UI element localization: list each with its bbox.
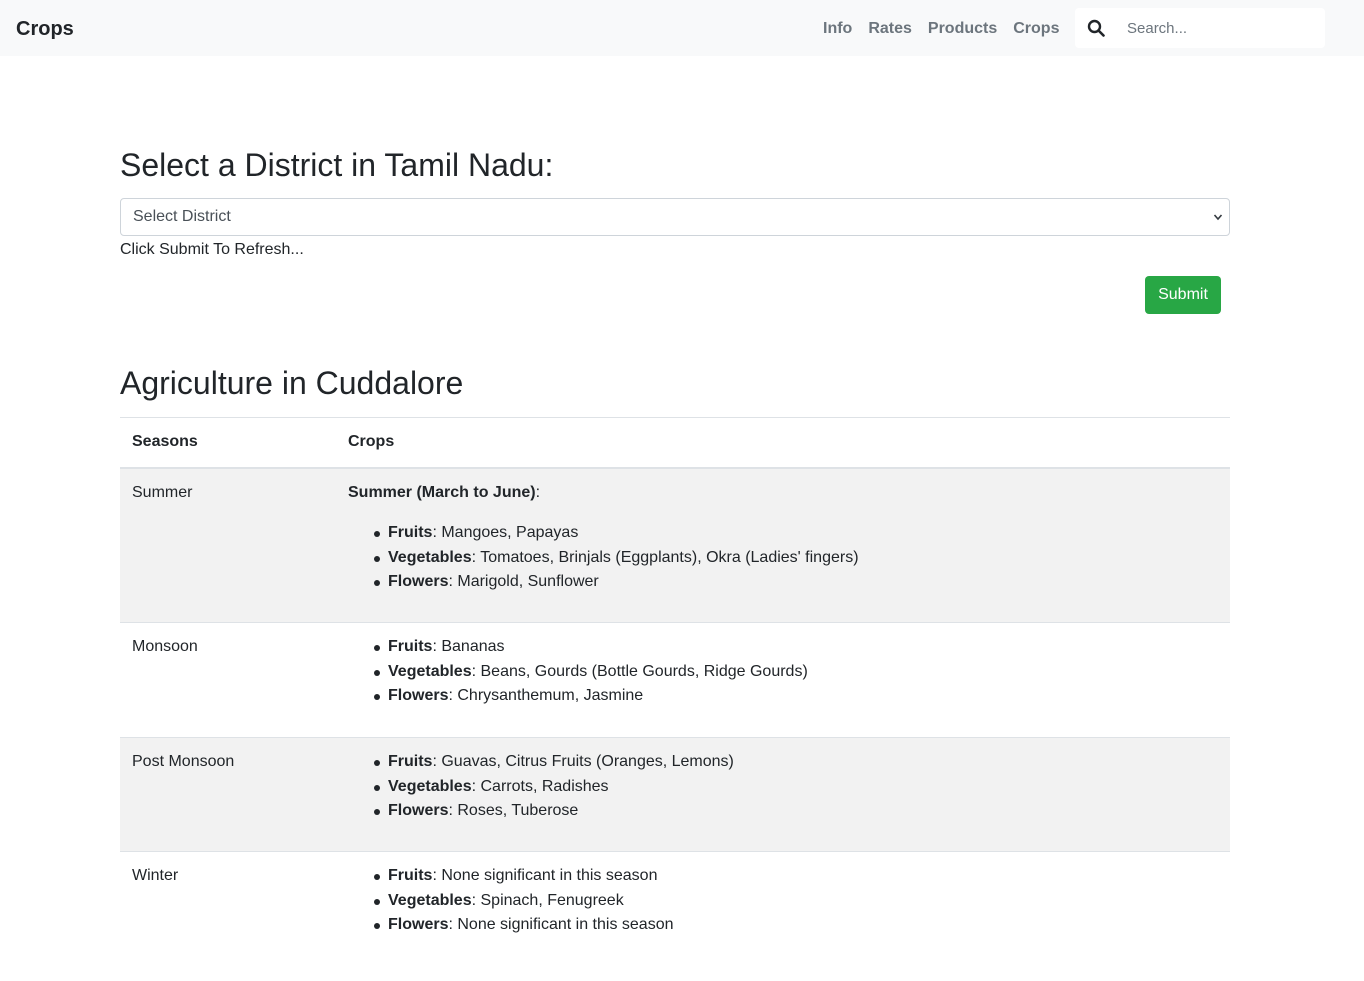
season-cell: Winter — [120, 851, 336, 966]
nav-link-products[interactable]: Products — [928, 18, 997, 40]
table-row: Winter Fruits: None significant in this … — [120, 851, 1230, 966]
crop-category: Flowers — [388, 916, 449, 933]
nav-links: Info Rates Products Crops — [823, 18, 1059, 40]
submit-button[interactable]: Submit — [1145, 276, 1221, 314]
nav-link-rates[interactable]: Rates — [868, 18, 912, 40]
list-item: Fruits: Bananas — [374, 635, 1218, 660]
crop-values: : Roses, Tuberose — [448, 802, 579, 819]
crop-category: Vegetables — [388, 548, 472, 566]
crop-values: : Beans, Gourds (Bottle Gourds, Ridge Go… — [471, 662, 808, 680]
list-item: Vegetables: Spinach, Fenugreek — [374, 889, 1218, 914]
agriculture-heading: Agriculture in Cuddalore — [120, 365, 464, 401]
district-select-value: Select District — [133, 208, 231, 225]
crop-values: : Mangoes, Papayas — [432, 524, 579, 541]
crop-list: Fruits: Guavas, Citrus Fruits (Oranges, … — [348, 750, 1218, 824]
crop-category: Vegetables — [388, 777, 472, 795]
crop-values: : Guavas, Citrus Fruits (Oranges, Lemons… — [432, 753, 734, 770]
crop-list: Fruits: Bananas Vegetables: Beans, Gourd… — [348, 635, 1218, 709]
chevron-down-icon — [1213, 214, 1223, 221]
table-row: Summer Summer (March to June): Fruits: M… — [120, 467, 1230, 623]
brand-logo[interactable]: Crops — [16, 16, 74, 42]
refresh-hint: Click Submit To Refresh... — [120, 241, 304, 258]
crops-cell: Summer (March to June): Fruits: Mangoes,… — [336, 467, 1230, 623]
navbar: Crops Info Rates Products Crops — [0, 0, 1364, 56]
search-input[interactable] — [1115, 8, 1321, 48]
crop-values: : Spinach, Fenugreek — [471, 891, 624, 909]
crop-category: Fruits — [388, 638, 433, 655]
list-item: Flowers: None significant in this season — [374, 913, 1218, 938]
crop-category: Flowers — [388, 802, 449, 819]
list-item: Vegetables: Beans, Gourds (Bottle Gourds… — [374, 660, 1218, 685]
list-item: Flowers: Chrysanthemum, Jasmine — [374, 684, 1218, 709]
season-intro: Summer (March to June): — [348, 483, 541, 501]
column-header-crops: Crops — [336, 417, 1230, 469]
crop-values: : None significant in this season — [448, 916, 674, 933]
season-cell: Post Monsoon — [120, 737, 336, 852]
nav-link-info[interactable]: Info — [823, 18, 852, 40]
crop-values: : Bananas — [432, 638, 505, 655]
column-header-seasons: Seasons — [120, 417, 336, 469]
district-select-heading: Select a District in Tamil Nadu: — [120, 147, 554, 183]
search-box — [1075, 8, 1325, 48]
season-intro-label: Summer (March to June) — [348, 483, 536, 501]
crop-values: : Marigold, Sunflower — [448, 573, 599, 590]
crop-list: Fruits: Mangoes, Papayas Vegetables: Tom… — [348, 521, 1218, 595]
nav-link-crops[interactable]: Crops — [1013, 18, 1059, 40]
table-row: Post Monsoon Fruits: Guavas, Citrus Frui… — [120, 737, 1230, 852]
crop-category: Flowers — [388, 573, 449, 590]
list-item: Vegetables: Tomatoes, Brinjals (Eggplant… — [374, 546, 1218, 571]
crop-values: : Tomatoes, Brinjals (Eggplants), Okra (… — [471, 548, 859, 566]
list-item: Flowers: Marigold, Sunflower — [374, 570, 1218, 595]
crop-category: Flowers — [388, 687, 449, 704]
list-item: Vegetables: Carrots, Radishes — [374, 775, 1218, 800]
crops-cell: Fruits: None significant in this season … — [336, 851, 1230, 966]
crop-category: Fruits — [388, 524, 433, 541]
table-header-row: Seasons Crops — [120, 417, 1230, 469]
search-icon[interactable] — [1087, 19, 1105, 37]
crops-cell: Fruits: Guavas, Citrus Fruits (Oranges, … — [336, 737, 1230, 852]
crop-values: : None significant in this season — [432, 867, 658, 884]
crop-category: Fruits — [388, 867, 433, 884]
season-cell: Monsoon — [120, 622, 336, 738]
crops-cell: Fruits: Bananas Vegetables: Beans, Gourd… — [336, 622, 1230, 738]
list-item: Flowers: Roses, Tuberose — [374, 799, 1218, 824]
crop-values: : Carrots, Radishes — [471, 777, 609, 795]
crop-category: Vegetables — [388, 891, 472, 909]
list-item: Fruits: None significant in this season — [374, 864, 1218, 889]
list-item: Fruits: Guavas, Citrus Fruits (Oranges, … — [374, 750, 1218, 775]
crop-list: Fruits: None significant in this season … — [348, 864, 1218, 938]
table-row: Monsoon Fruits: Bananas Vegetables: Bean… — [120, 622, 1230, 738]
district-select[interactable]: Select District — [120, 198, 1230, 236]
crop-category: Fruits — [388, 753, 433, 770]
crops-table: Seasons Crops Summer Summer (March to Ju… — [120, 417, 1230, 966]
crop-values: : Chrysanthemum, Jasmine — [448, 687, 644, 704]
crop-category: Vegetables — [388, 662, 472, 680]
season-cell: Summer — [120, 467, 336, 623]
list-item: Fruits: Mangoes, Papayas — [374, 521, 1218, 546]
